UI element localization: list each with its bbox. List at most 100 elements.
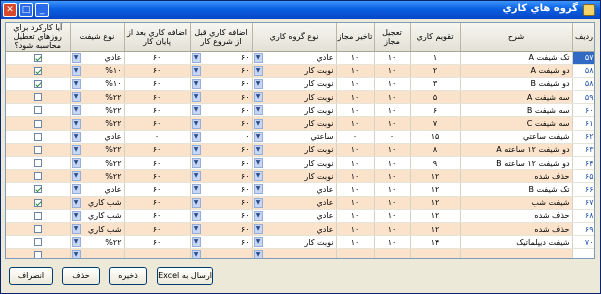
holiday-calc-checkbox-cell[interactable] [6, 248, 71, 258]
holiday-calc-checkbox-cell[interactable] [6, 156, 71, 171]
overtime-after-cell[interactable]: ۶۰ [124, 182, 191, 197]
holiday-calc-checkbox-cell[interactable] [6, 196, 71, 210]
holiday-calc-checkbox[interactable] [33, 53, 42, 62]
holiday-calc-checkbox-cell[interactable] [6, 51, 71, 65]
calendar-cell[interactable]: ۷ [410, 116, 461, 131]
chevron-down-icon[interactable]: ▼ [191, 144, 201, 155]
description-cell[interactable]: سه شيفت C [460, 116, 573, 131]
overtime-before-cell[interactable]: ▼ ۶۰ [190, 143, 253, 158]
shift-type-cell[interactable]: ▼ شب كاري [70, 196, 125, 210]
holiday-calc-checkbox[interactable] [33, 225, 42, 234]
chevron-down-icon[interactable]: ▼ [71, 237, 81, 248]
overtime-after-cell[interactable]: ۶۰ [124, 51, 191, 65]
chevron-down-icon[interactable]: ▼ [71, 78, 81, 89]
shift-type-cell[interactable]: ▼ %۲۲ [70, 143, 125, 158]
group-type-cell[interactable]: ▼ نوبت كار [252, 77, 337, 92]
overtime-after-cell[interactable]: ۶۰ [124, 143, 191, 158]
holiday-calc-checkbox[interactable] [33, 172, 42, 181]
shift-type-cell[interactable]: ▼ عادي [70, 130, 125, 144]
chevron-down-icon[interactable]: ▼ [71, 131, 81, 142]
description-cell[interactable]: دو شيفت ۱۲ ساعته A [460, 143, 573, 158]
overtime-before-cell[interactable]: ▼ [190, 248, 253, 258]
early-cell[interactable]: ۱۰ [374, 77, 411, 92]
chevron-down-icon[interactable]: ▼ [191, 184, 201, 195]
calendar-cell[interactable]: ۸ [410, 143, 461, 158]
holiday-calc-checkbox[interactable] [33, 79, 42, 88]
overtime-before-cell[interactable]: ▼ ۶۰ [190, 182, 253, 197]
early-cell[interactable]: ۱۰ [374, 222, 411, 237]
chevron-down-icon[interactable]: ▼ [71, 65, 81, 76]
holiday-calc-checkbox[interactable] [33, 93, 42, 102]
overtime-before-cell[interactable]: ▼ ۶۰ [190, 196, 253, 210]
table-row[interactable]: ▼ %۲۲ ۶۰ ▼ ۶۰ ▼ نوبت كار ۱۰ ۱۰ ۱۴ شيفت ديپلماتيک ۷۰ [6, 235, 594, 250]
holiday-calc-checkbox[interactable] [33, 185, 42, 194]
shift-type-cell[interactable]: ▼ [70, 248, 125, 258]
table-row[interactable]: ▼ %۲۲ ۶۰ ▼ ۶۰ ▼ نوبت كار ۱۰ ۱۰ ۱۲ حذف شده ۶۵ [6, 169, 594, 184]
overtime-before-cell[interactable]: ▼ ۰ [190, 130, 253, 144]
overtime-before-cell[interactable]: ▼ ۶۰ [190, 156, 253, 171]
chevron-down-icon[interactable]: ▼ [191, 224, 201, 235]
chevron-down-icon[interactable]: ▼ [253, 158, 263, 169]
shift-type-cell[interactable]: ▼ عادي [70, 51, 125, 65]
calendar-cell[interactable]: ۳ [410, 77, 461, 92]
chevron-down-icon[interactable]: ▼ [71, 158, 81, 169]
table-row[interactable]: ▼ عادي ۰ ▼ ۰ ▼ ساعتي ۰ ۰ ۱۵ شيفت ساعتي ۶۲ [6, 130, 594, 144]
shift-type-cell[interactable]: ▼ %۲۲ [70, 156, 125, 171]
holiday-calc-checkbox-cell[interactable] [6, 90, 71, 105]
delay-cell[interactable]: ۱۰ [336, 156, 375, 171]
chevron-down-icon[interactable]: ▼ [253, 250, 263, 258]
chevron-down-icon[interactable]: ▼ [253, 197, 263, 208]
overtime-after-cell[interactable]: ۶۰ [124, 103, 191, 118]
table-row[interactable]: ▼ شب كاري ۶۰ ▼ ۶۰ ▼ عادي ۱۰ ۱۰ ۱۲ شيفت شب ۶۷ [6, 196, 594, 210]
chevron-down-icon[interactable]: ▼ [253, 184, 263, 195]
holiday-calc-checkbox[interactable] [33, 132, 42, 141]
delay-cell[interactable]: ۱۰ [336, 116, 375, 131]
row-number-cell[interactable]: ۶۲ [572, 130, 594, 144]
chevron-down-icon[interactable]: ▼ [191, 78, 201, 89]
shift-type-cell[interactable]: ▼ %۱۰ [70, 77, 125, 92]
row-number-cell[interactable]: ۶۰ [572, 103, 594, 118]
holiday-calc-checkbox[interactable] [33, 66, 42, 75]
calendar-cell[interactable]: ۱۲ [410, 182, 461, 197]
col-header-description[interactable]: شرح [460, 23, 573, 52]
delay-cell[interactable]: ۱۰ [336, 90, 375, 105]
chevron-down-icon[interactable]: ▼ [253, 92, 263, 103]
early-cell[interactable]: ۱۰ [374, 64, 411, 78]
table-row[interactable]: ▼ %۲۲ ۶۰ ▼ ۶۰ ▼ نوبت كار ۱۰ ۱۰ ۹ دو شيفت ۱۲ ساعته … [6, 156, 594, 171]
group-type-cell[interactable]: ▼ عادي [252, 222, 337, 237]
shift-type-cell[interactable]: ▼ %۲۲ [70, 103, 125, 118]
shift-type-cell[interactable]: ▼ شب كاري [70, 222, 125, 237]
early-cell[interactable]: ۱۰ [374, 51, 411, 65]
overtime-before-cell[interactable]: ▼ ۶۰ [190, 222, 253, 237]
chevron-down-icon[interactable]: ▼ [253, 105, 263, 116]
early-cell[interactable] [374, 248, 411, 258]
early-cell[interactable]: ۰ [374, 130, 411, 144]
chevron-down-icon[interactable]: ▼ [191, 52, 201, 63]
delay-cell[interactable]: ۱۰ [336, 196, 375, 210]
chevron-down-icon[interactable]: ▼ [191, 65, 201, 76]
col-header-row-number[interactable]: رديف [572, 23, 594, 52]
table-row[interactable]: ▼ %۲۲ ۶۰ ▼ ۶۰ ▼ نوبت كار ۱۰ ۱۰ ۵ سه شيفت A ۵۹ [6, 90, 594, 105]
calendar-cell[interactable]: ۱۲ [410, 222, 461, 237]
overtime-before-cell[interactable]: ▼ ۶۰ [190, 77, 253, 92]
group-type-cell[interactable]: ▼ نوبت كار [252, 169, 337, 184]
group-type-cell[interactable]: ▼ نوبت كار [252, 235, 337, 250]
holiday-calc-checkbox-cell[interactable] [6, 64, 71, 78]
overtime-after-cell[interactable]: ۶۰ [124, 116, 191, 131]
delay-cell[interactable]: ۱۰ [336, 51, 375, 65]
row-number-cell[interactable]: ۵۷ [572, 51, 594, 65]
holiday-calc-checkbox-cell[interactable] [6, 182, 71, 197]
overtime-before-cell[interactable]: ▼ ۶۰ [190, 51, 253, 65]
group-type-cell[interactable]: ▼ [252, 248, 337, 258]
chevron-down-icon[interactable]: ▼ [253, 65, 263, 76]
overtime-before-cell[interactable]: ▼ ۶۰ [190, 209, 253, 223]
shift-type-cell[interactable]: ▼ شب كاري [70, 209, 125, 223]
col-header-calendar[interactable]: تقويم كاري [410, 23, 461, 52]
chevron-down-icon[interactable]: ▼ [71, 184, 81, 195]
chevron-down-icon[interactable]: ▼ [253, 118, 263, 129]
col-header-delay[interactable]: تاخير مجاز [336, 23, 375, 52]
description-cell[interactable]: حذف شده [460, 169, 573, 184]
description-cell[interactable]: حذف شده [460, 222, 573, 237]
holiday-calc-checkbox-cell[interactable] [6, 143, 71, 158]
chevron-down-icon[interactable]: ▼ [253, 131, 263, 142]
